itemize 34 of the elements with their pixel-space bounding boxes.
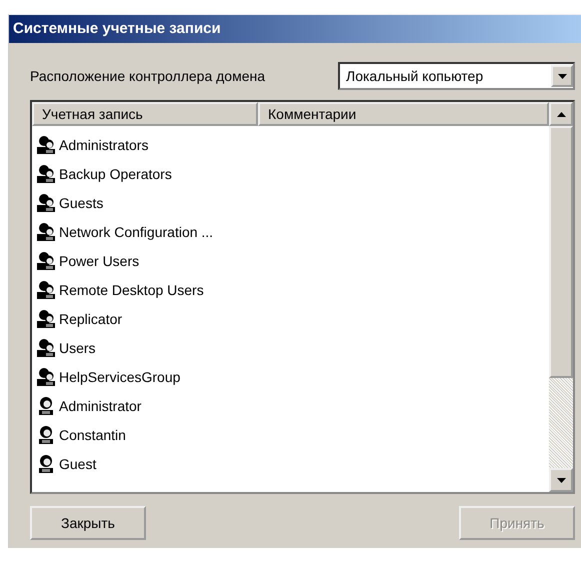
column-header[interactable]: Комментарии (258, 102, 549, 126)
user-group-icon (36, 308, 56, 328)
vertical-scrollbar[interactable] (549, 102, 573, 492)
domain-dropdown[interactable]: Локальный копьютер (338, 62, 575, 90)
account-name[interactable]: Backup Operators (59, 166, 172, 182)
account-name[interactable]: HelpServicesGroup (59, 368, 180, 384)
account-name[interactable]: Network Configuration ... (59, 224, 214, 240)
scroll-down-icon[interactable] (549, 468, 573, 492)
account-name[interactable]: Guests (59, 194, 104, 210)
user-group-icon (36, 222, 56, 242)
scroll-up-icon[interactable] (549, 102, 573, 126)
user-group-icon (36, 250, 56, 270)
account-name[interactable]: Users (59, 340, 96, 356)
user-group-icon (36, 164, 56, 184)
account-name[interactable]: Power Users (59, 252, 140, 268)
user-group-icon (36, 338, 56, 358)
user-group-icon (36, 280, 56, 300)
account-name[interactable]: Administrator (59, 398, 142, 414)
column-header[interactable]: Учетная запись (32, 102, 258, 126)
user-icon (36, 424, 56, 444)
dialog-button[interactable]: Закрыть (30, 506, 146, 540)
domain-label: Расположение контроллера домена (30, 68, 265, 84)
user-icon (36, 454, 56, 474)
user-group-icon (36, 192, 56, 212)
user-group-icon (36, 134, 56, 154)
account-name[interactable]: Constantin (59, 426, 126, 442)
account-name[interactable]: Replicator (59, 310, 122, 326)
scrollbar-thumb[interactable] (549, 126, 573, 378)
account-name[interactable]: Guest (59, 456, 96, 472)
account-name[interactable]: Remote Desktop Users (59, 282, 204, 298)
user-group-icon (36, 366, 56, 386)
user-icon (36, 396, 56, 416)
window-title: Системные учетные записи (9, 15, 581, 43)
account-name[interactable]: Administrators (59, 136, 148, 152)
